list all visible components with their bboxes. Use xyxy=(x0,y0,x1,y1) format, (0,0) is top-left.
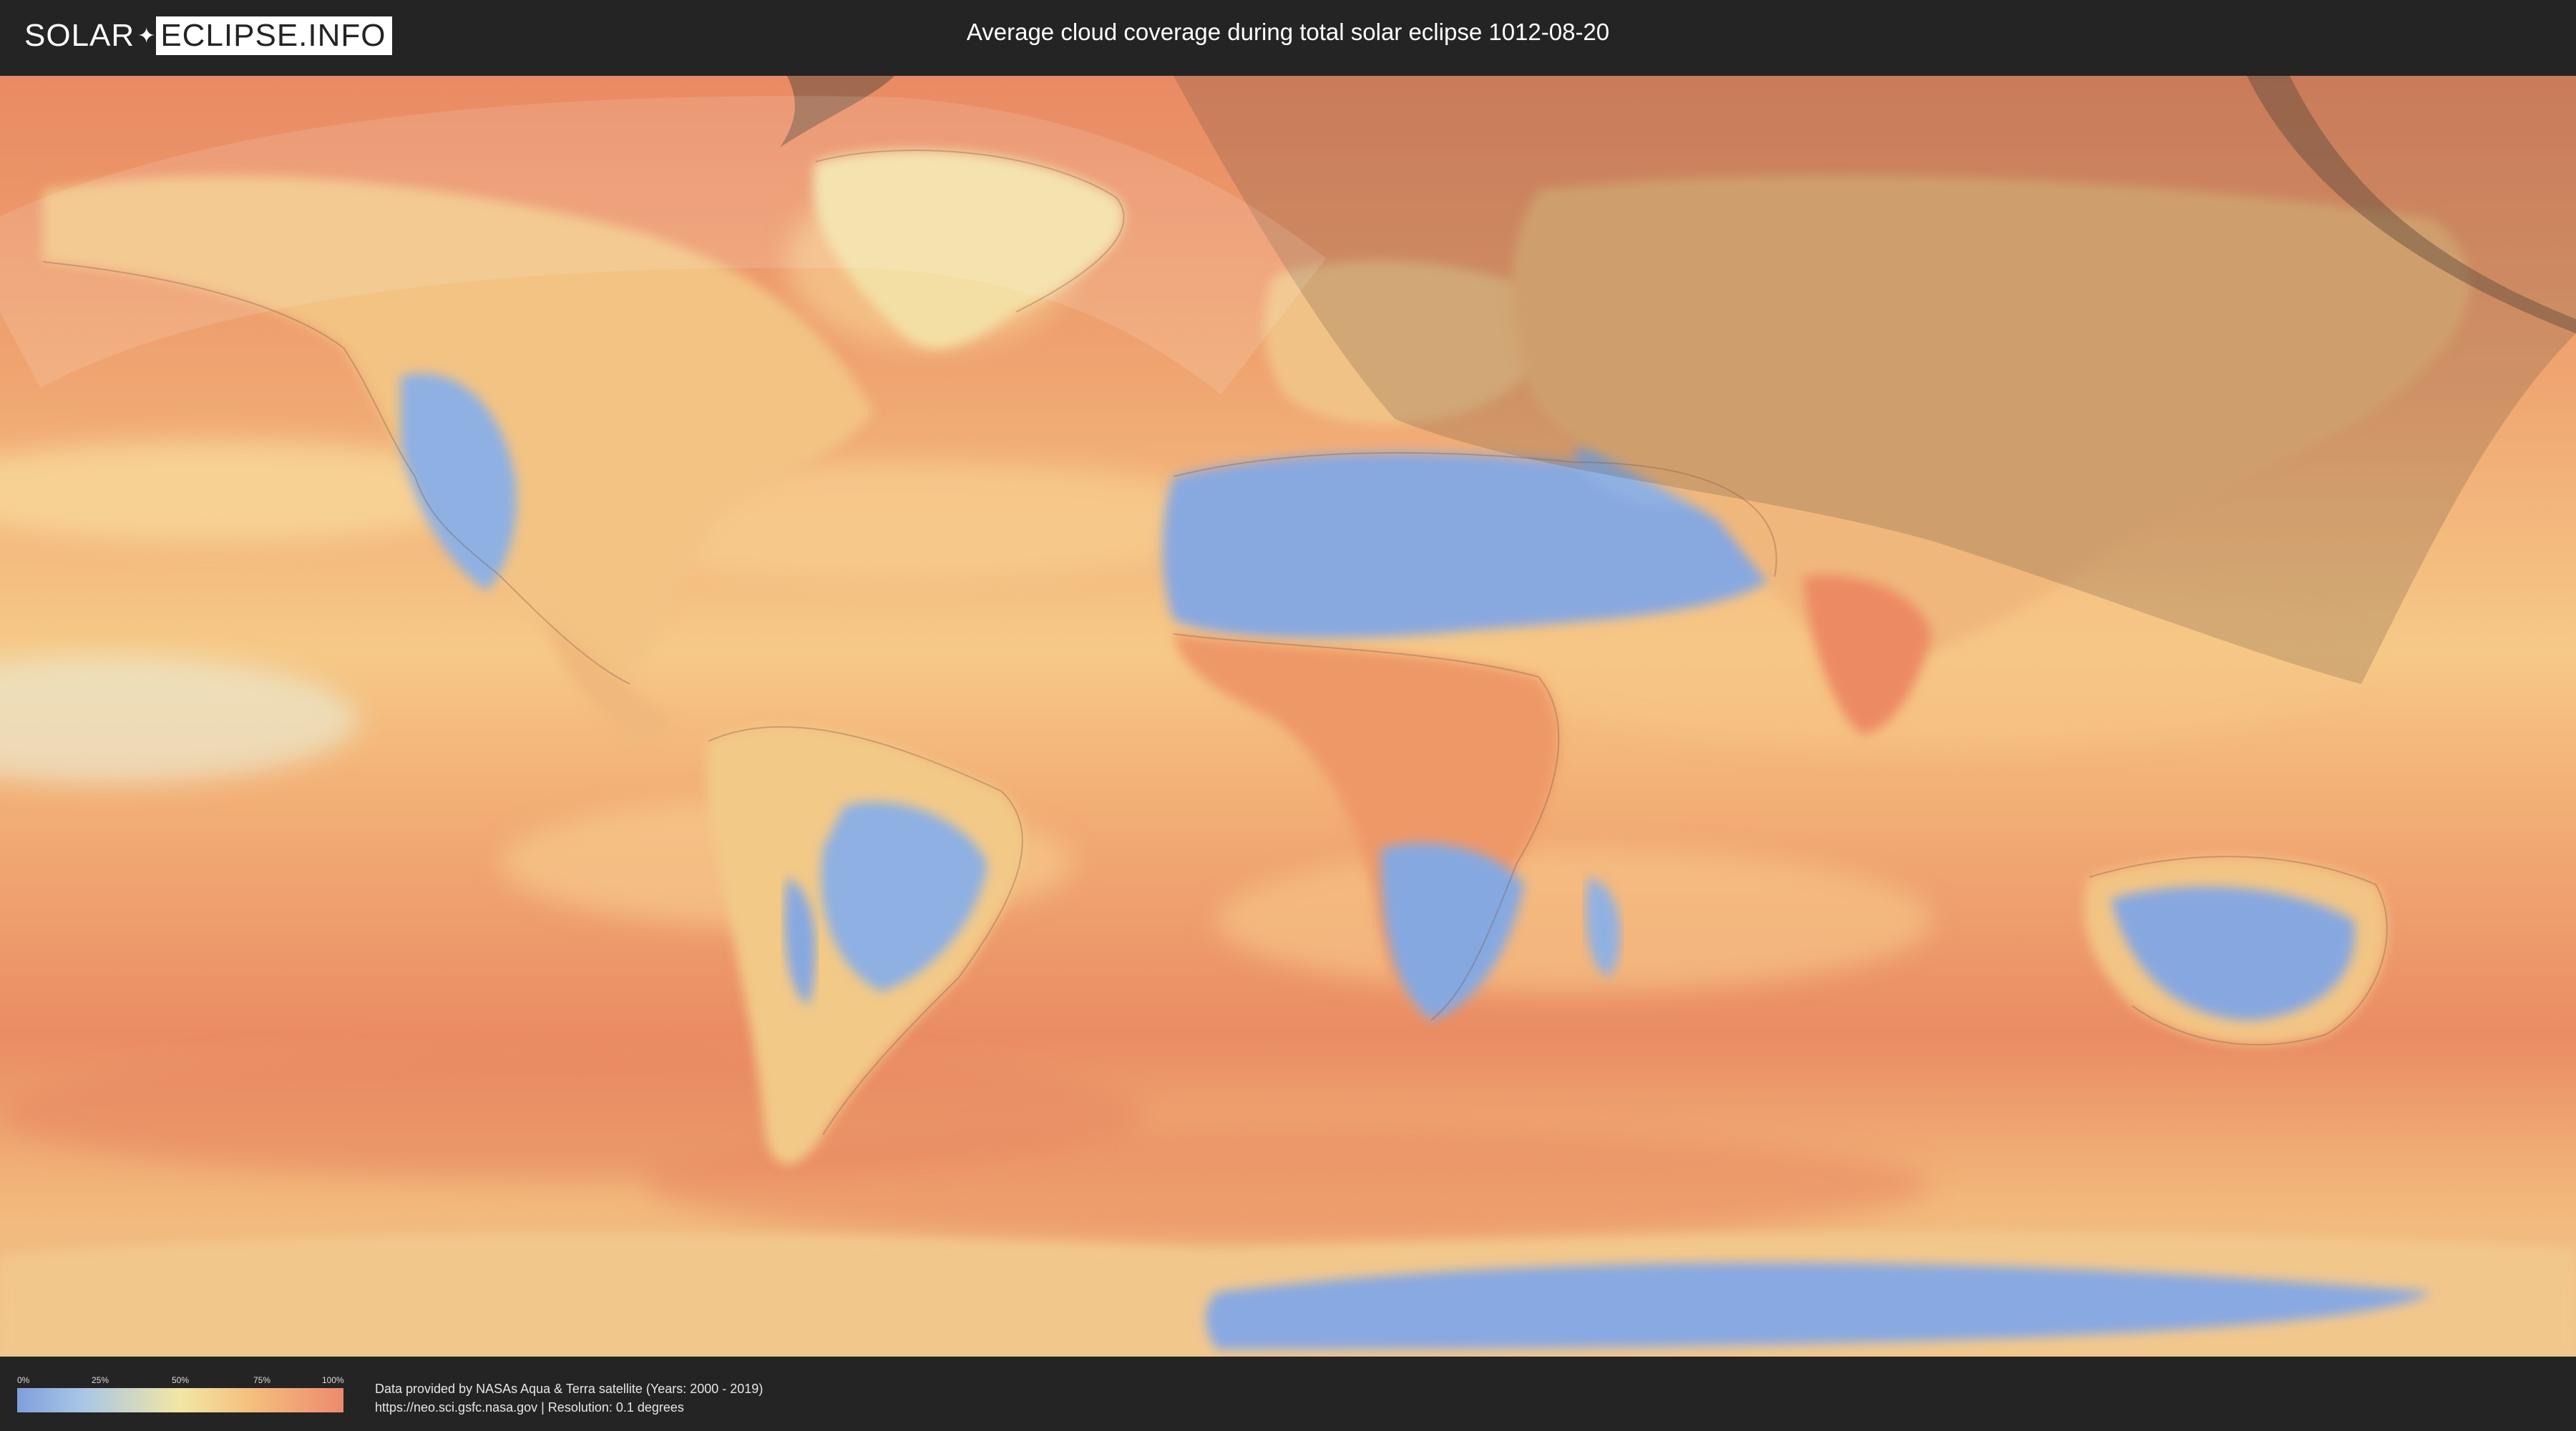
legend-tick-75: 75% xyxy=(253,1375,271,1385)
cloud-coverage-map[interactable] xyxy=(0,76,2576,1357)
credits-line-url[interactable]: https://neo.sci.gsfc.nasa.gov | Resoluti… xyxy=(375,1398,763,1417)
legend-tick-25: 25% xyxy=(92,1375,109,1385)
map-canvas xyxy=(0,76,2576,1357)
header-bar: SOLAR ✦ ECLIPSE.INFO Average cloud cover… xyxy=(0,0,2576,72)
footer-bar: 0% 25% 50% 75% 100% Data provided by NAS… xyxy=(0,1357,2576,1431)
legend-tick-50: 50% xyxy=(172,1375,190,1385)
cloud-coverage-legend: 0% 25% 50% 75% 100% xyxy=(17,1375,344,1412)
page-title: Average cloud coverage during total sola… xyxy=(966,19,1610,45)
legend-ticks: 0% 25% 50% 75% 100% xyxy=(17,1375,344,1388)
legend-color-bar xyxy=(17,1388,343,1412)
legend-tick-100: 100% xyxy=(322,1375,344,1385)
legend-tick-0: 0% xyxy=(17,1375,30,1385)
credits-line-source: Data provided by NASAs Aqua & Terra sate… xyxy=(375,1382,763,1396)
data-credits: Data provided by NASAs Aqua & Terra sate… xyxy=(375,1379,763,1417)
